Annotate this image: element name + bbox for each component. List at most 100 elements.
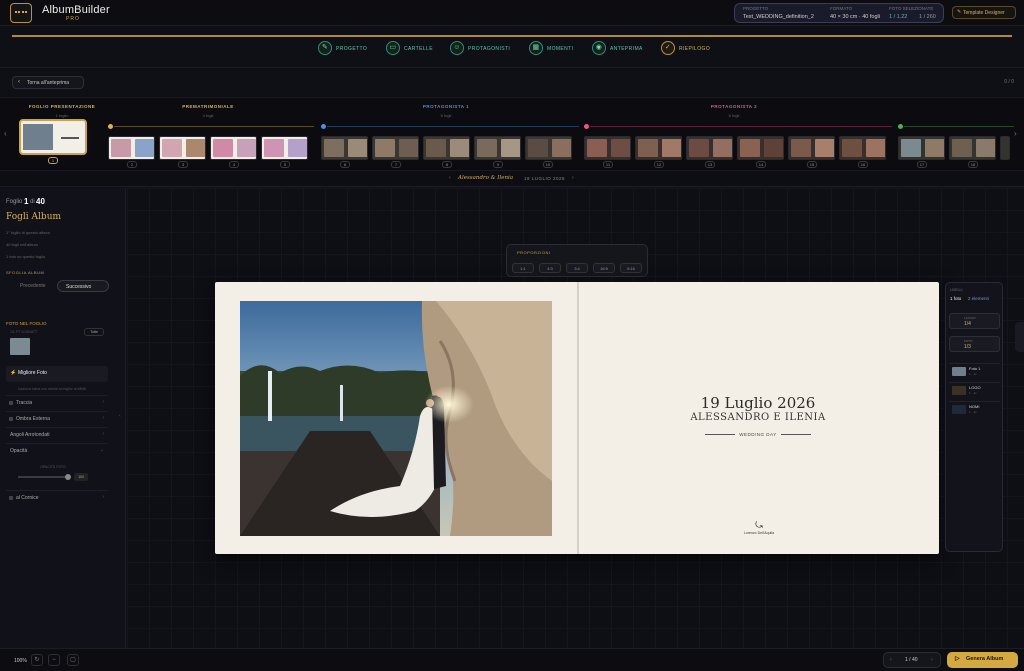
ratio-1-1-button[interactable]: 1:1: [512, 263, 534, 273]
slots-label: FOTO: [964, 339, 973, 343]
photos-title: FOTO NEL FOGLIO: [6, 321, 47, 326]
opacity-slider-thumb[interactable]: [65, 474, 71, 480]
generate-label: Genera Album: [966, 656, 1004, 662]
row-label: Opacità: [10, 448, 28, 454]
photo-count: 1 foto: [950, 296, 962, 301]
sheet-thumb-16[interactable]: [839, 136, 886, 160]
next-arrow-icon[interactable]: ›: [572, 175, 574, 181]
select-all-button[interactable]: Tutte: [84, 328, 104, 336]
sheet-thumb-8[interactable]: [423, 136, 470, 160]
photo-layer-icon: [952, 367, 966, 376]
sheet-thumb-1-selected[interactable]: [19, 119, 87, 155]
sheet-thumb-5[interactable]: [261, 136, 308, 160]
sheet-thumb-13[interactable]: [686, 136, 733, 160]
sheet-thumb-14[interactable]: [737, 136, 784, 160]
strip-right-arrow-icon[interactable]: ›: [1014, 129, 1017, 138]
app-logo-icon: [10, 3, 32, 23]
sheet-thumb-17[interactable]: [898, 136, 945, 160]
ratio-16-9-button[interactable]: 16:9: [593, 263, 615, 273]
sheet-number: 17: [917, 161, 927, 168]
photos-label: FOTO SELEZIONATE: [889, 6, 934, 11]
format-value: 40 × 30 cm · 40 fogli: [830, 14, 880, 20]
row-label: al Cornice: [16, 495, 39, 501]
sheet-current: 1: [24, 197, 29, 206]
sheet-number: 16: [858, 161, 868, 168]
sheet-thumb-4[interactable]: [210, 136, 257, 160]
sheet-thumb-10[interactable]: [525, 136, 572, 160]
sheet-photo-thumb[interactable]: [10, 338, 30, 355]
right-panel-handle[interactable]: [1015, 322, 1024, 352]
layout-value: 1/4: [964, 321, 971, 327]
sheet-of: di: [30, 199, 35, 205]
layers-title: LIVELLI: [950, 288, 963, 292]
fit-icon[interactable]: ▢: [67, 654, 79, 666]
layer-names[interactable]: NOMI 1 · 1x: [949, 401, 1000, 415]
sheet-number: 9: [493, 161, 503, 168]
pager-next-icon[interactable]: ›: [931, 657, 933, 663]
layout-select[interactable]: LAYOUT 1/4: [949, 313, 1000, 329]
rotate-icon[interactable]: ↻: [31, 654, 43, 666]
sheet-thumb-3[interactable]: [159, 136, 206, 160]
layer-logo[interactable]: LOGO 1 · 1x: [949, 382, 1000, 396]
chevron-icon: ⌄: [99, 447, 104, 453]
prev-arrow-icon[interactable]: ‹: [449, 175, 451, 181]
sheet-thumb-2[interactable]: [108, 136, 155, 160]
logo-layer-icon: [952, 386, 966, 395]
layer-name: LOGO: [969, 385, 981, 390]
back-to-preview-button[interactable]: ‹ Torna all'anteprima: [12, 76, 84, 89]
collapse-sidebar-icon[interactable]: ‹: [119, 413, 121, 419]
frame-row[interactable]: al Cornice ›: [6, 490, 108, 504]
prev-sheet-button[interactable]: Precedente: [6, 280, 54, 292]
rounded-corners-row[interactable]: Angoli Arrotondati ›: [6, 427, 108, 441]
sheet-thumb-7[interactable]: [372, 136, 419, 160]
opacity-value[interactable]: 100: [74, 473, 88, 481]
ratio-9-16-button[interactable]: 9:16: [620, 263, 642, 273]
opacity-row[interactable]: Opacità ⌄: [6, 443, 108, 457]
ratio-3-4-button[interactable]: 3:4: [566, 263, 588, 273]
best-photo-button[interactable]: ⚡ Migliore Foto: [6, 366, 108, 382]
step-label: ANTEPRIMA: [610, 46, 643, 52]
strip-left-arrow-icon[interactable]: ‹: [4, 129, 7, 138]
generate-album-button[interactable]: ▷ Genera Album: [947, 652, 1018, 668]
album-spread: 19 Luglio 2026 ALESSANDRO E ILENIA WEDDI…: [215, 282, 939, 554]
sheet-thumb-15[interactable]: [788, 136, 835, 160]
project-info[interactable]: PROGETTO Test_WEDDING_definition_2 FORMA…: [734, 3, 944, 23]
sheet-thumb-12[interactable]: [635, 136, 682, 160]
layers-panel: LIVELLI 1 foto 2 elementi LAYOUT 1/4 FOT…: [945, 282, 1003, 552]
spread-date[interactable]: 19 Luglio 2026: [577, 394, 939, 412]
step-label: MOMENTI: [547, 46, 574, 52]
ratio-4-3-button[interactable]: 4:3: [539, 263, 561, 273]
studio-logo[interactable]: ⤿ Lorenzo Dell'Aquila: [743, 520, 775, 535]
opacity-slider[interactable]: [18, 476, 68, 478]
chevron-icon: ›: [102, 431, 104, 437]
play-icon: ▷: [955, 656, 960, 662]
sheet-thumb-6[interactable]: [321, 136, 368, 160]
spread-names[interactable]: ALESSANDRO E ILENIA: [577, 412, 939, 423]
section-sub: 6 fogli: [440, 113, 452, 118]
select-all-label: Tutte: [90, 330, 98, 334]
next-sheet-button[interactable]: Successivo: [57, 280, 109, 292]
pager-prev-icon[interactable]: ‹: [890, 657, 892, 663]
sheet-thumb-18[interactable]: [949, 136, 996, 160]
layer-photo[interactable]: Foto 11 · 1x: [949, 363, 1000, 377]
template-designer-label: Template Designer: [963, 10, 1005, 16]
sheet-thumb-11[interactable]: [584, 136, 631, 160]
zoom-level[interactable]: 100%: [14, 658, 27, 664]
pencil-icon: ✎: [318, 41, 332, 55]
slots-value: 1/3: [964, 344, 971, 350]
stroke-row[interactable]: Traccia ›: [6, 395, 108, 409]
shadow-row[interactable]: Ombra Esterna ›: [6, 411, 108, 425]
slots-select[interactable]: FOTO 1/3: [949, 336, 1000, 352]
wizard-steps: ✎ PROGETTO ▭ CARTELLE ☺ PROTAGONISTI ▦ MOMEN…: [0, 41, 1024, 59]
sheet-number: 15: [807, 161, 817, 168]
sheet-total: 40: [36, 197, 45, 206]
wedding-photo[interactable]: [240, 301, 552, 536]
sheet-thumb-9[interactable]: [474, 136, 521, 160]
step-label: PROGETTO: [336, 46, 368, 52]
zoom-out-icon[interactable]: −: [48, 654, 60, 666]
project-value: Test_WEDDING_definition_2: [743, 14, 814, 20]
template-designer-button[interactable]: ✎ Template Designer: [952, 6, 1016, 19]
sheet-thumb-19[interactable]: [1000, 136, 1010, 160]
sheet-number: 1: [48, 157, 58, 164]
section-sub: 6 fogli: [728, 113, 740, 118]
